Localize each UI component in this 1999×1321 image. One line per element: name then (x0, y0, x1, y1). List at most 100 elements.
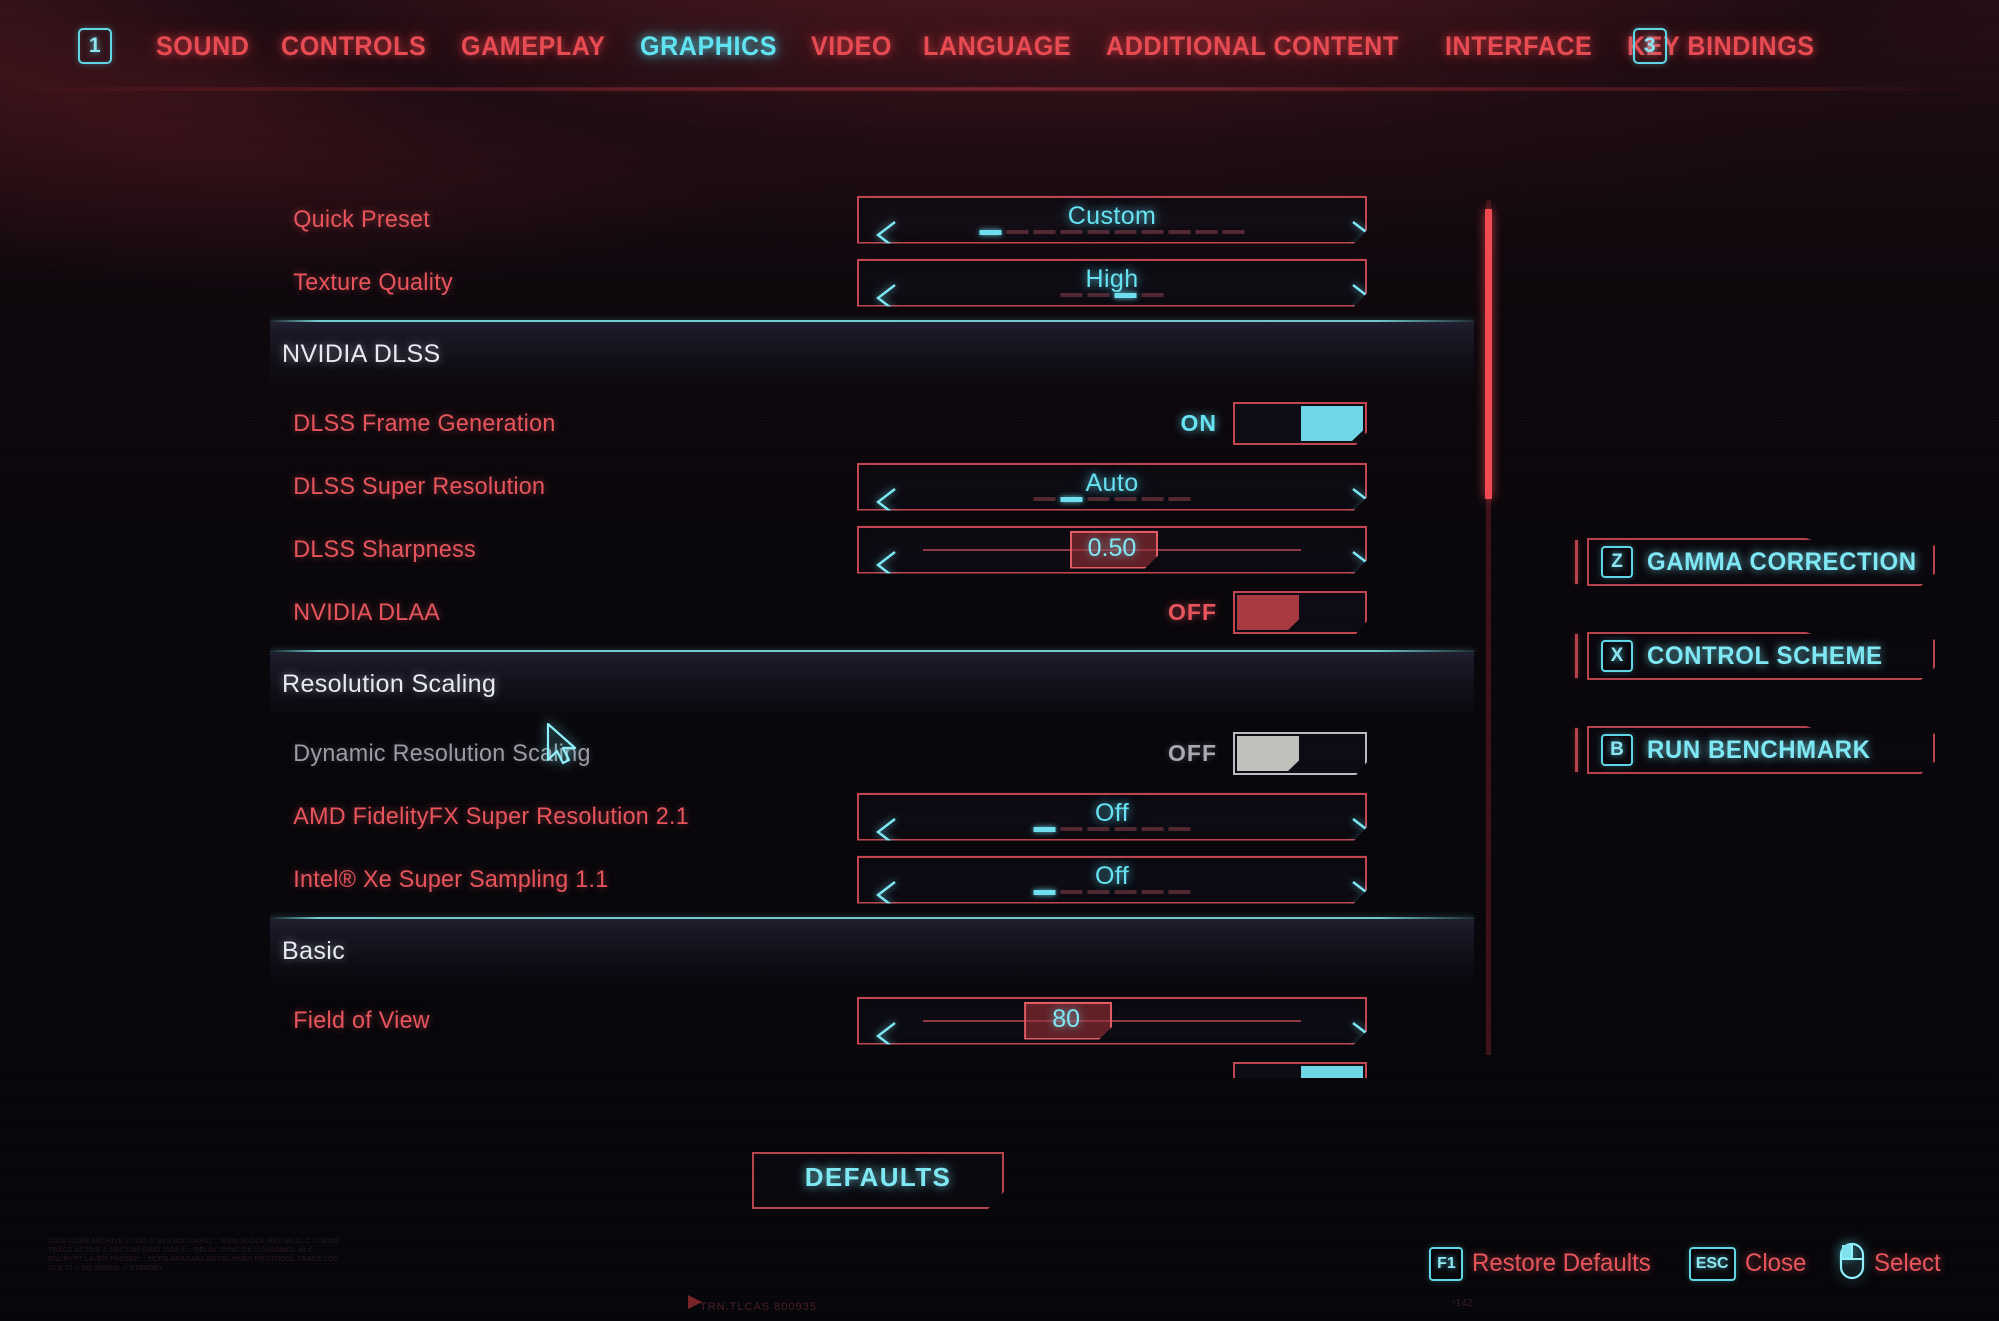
action-key-hint: B (1601, 734, 1633, 766)
segment-tick (1169, 230, 1191, 234)
nav-tab-sound[interactable]: SOUND (156, 31, 249, 62)
action-button-tick (1575, 540, 1578, 584)
setting-label-dlss-sharpness: DLSS Sharpness (293, 535, 476, 563)
setting-row-amd-fsr: AMD FidelityFX Super Resolution 2.1 Off (270, 785, 1482, 848)
defaults-button-label: DEFAULTS (804, 1162, 952, 1192)
toggle-dlss-frame-generation[interactable] (1233, 402, 1367, 445)
segment-tick (1115, 230, 1137, 234)
nav-next-tab-key[interactable]: 3 (1633, 28, 1667, 64)
segment-tick (1034, 497, 1056, 501)
setting-label-amd-fsr: AMD FidelityFX Super Resolution 2.1 (293, 802, 690, 830)
segment-tick (1142, 827, 1164, 831)
setting-label-dynamic-resolution-scaling: Dynamic Resolution Scaling (293, 739, 591, 767)
action-button-gamma-correction[interactable]: Z GAMMA CORRECTION (1565, 538, 1935, 586)
key-icon: F1 (1429, 1246, 1464, 1281)
selector-texture-quality[interactable]: High (857, 259, 1367, 307)
setting-label-texture-quality: Texture Quality (293, 268, 453, 296)
segment-tick (1088, 293, 1110, 297)
nav-tab-gameplay[interactable]: GAMEPLAY (461, 31, 605, 62)
setting-row-intel-xess: Intel® Xe Super Sampling 1.1 Off (270, 848, 1482, 911)
selector-value-quick-preset: Custom (1067, 202, 1157, 230)
setting-row-dlss-super-resolution: DLSS Super Resolution Auto (270, 455, 1482, 518)
section-band (270, 322, 1474, 392)
action-button-run-benchmark[interactable]: B RUN BENCHMARK (1565, 726, 1935, 774)
setting-row-next-clipped (270, 1052, 1482, 1078)
section-header-nvidia-dlss: NVIDIA DLSS (270, 320, 1482, 392)
scrollbar-thumb[interactable] (1485, 208, 1492, 500)
segment-tick (1169, 497, 1191, 501)
setting-label-quick-preset: Quick Preset (293, 205, 431, 233)
toggle-clipped[interactable] (1233, 1062, 1367, 1078)
action-button-panel: Z GAMMA CORRECTION X CONTROL SCHEME B RUN BEN… (1565, 538, 1935, 820)
background-debris-text-1: DATA CORE ARCHIVE v7.221 // SYS.IDX 0x4F… (48, 1238, 340, 1272)
setting-label-dlss-super-resolution: DLSS Super Resolution (293, 472, 546, 500)
toggle-knob (1301, 406, 1363, 441)
segment-tick (1088, 497, 1110, 501)
toggle-dynamic-resolution-scaling[interactable] (1233, 732, 1367, 775)
selector-quick-preset[interactable]: Custom (857, 196, 1367, 244)
slider-value-dlss-sharpness: 0.50 (1087, 533, 1137, 562)
setting-row-quick-preset: Quick Preset Custom (270, 188, 1482, 251)
selector-segments-quick-preset (980, 230, 1245, 235)
section-header-basic: Basic (270, 917, 1482, 989)
segment-tick (1061, 890, 1083, 894)
nav-tab-additional-content[interactable]: ADDITIONAL CONTENT (1106, 31, 1399, 62)
selector-intel-xess[interactable]: Off (857, 856, 1367, 904)
nav-prev-tab-key[interactable]: 1 (78, 28, 112, 64)
settings-scrollbar[interactable] (1485, 200, 1492, 1055)
setting-row-dlss-frame-generation: DLSS Frame Generation ON (270, 392, 1482, 455)
mouse-icon (1839, 1242, 1865, 1285)
background-debris-text-2: TRN.TLCAS 800935 (700, 1301, 817, 1313)
segment-tick (1088, 890, 1110, 894)
segment-tick (1142, 293, 1164, 297)
setting-row-dynamic-resolution-scaling: Dynamic Resolution Scaling OFF (270, 722, 1482, 785)
defaults-button[interactable]: DEFAULTS (752, 1152, 1004, 1209)
segment-tick (1115, 497, 1137, 501)
segment-tick (1034, 230, 1056, 234)
nav-tab-controls[interactable]: CONTROLS (281, 31, 426, 62)
hint-close[interactable]: ESC Close (1688, 1246, 1809, 1281)
toggle-nvidia-dlaa[interactable] (1233, 591, 1367, 634)
toggle-wrap-nvidia-dlaa: OFF (857, 589, 1367, 637)
selector-amd-fsr[interactable]: Off (857, 793, 1367, 841)
action-button-label: CONTROL SCHEME (1647, 641, 1883, 670)
toggle-knob (1301, 1066, 1363, 1078)
top-navigation: 1 SOUND CONTROLS GAMEPLAY GRAPHICS VIDEO LANG… (0, 0, 1999, 100)
segment-tick (1115, 827, 1137, 831)
hint-restore-defaults[interactable]: F1 Restore Defaults (1429, 1246, 1658, 1281)
setting-label-field-of-view: Field of View (293, 1006, 430, 1034)
action-button-control-scheme[interactable]: X CONTROL SCHEME (1565, 632, 1935, 680)
section-title-resolution-scaling: Resolution Scaling (282, 670, 497, 698)
setting-label-nvidia-dlaa: NVIDIA DLAA (293, 598, 441, 626)
setting-row-dlss-sharpness: DLSS Sharpness 0.50 (270, 518, 1482, 581)
selector-segments-dlss-super-resolution (1034, 497, 1191, 502)
slider-field-of-view[interactable]: 80 (857, 997, 1367, 1045)
segment-tick (1223, 230, 1245, 234)
selector-dlss-super-resolution[interactable]: Auto (857, 463, 1367, 511)
segment-tick (1007, 230, 1029, 234)
section-title-basic: Basic (282, 937, 346, 965)
nav-tab-graphics[interactable]: GRAPHICS (640, 31, 777, 62)
nav-tab-video[interactable]: VIDEO (811, 31, 892, 62)
nav-glow-divider (0, 88, 1999, 90)
hint-select[interactable]: Select (1839, 1242, 1943, 1285)
segment-tick (1061, 293, 1083, 297)
slider-knob-field-of-view[interactable]: 80 (1024, 1002, 1112, 1040)
slider-knob-dlss-sharpness[interactable]: 0.50 (1070, 531, 1158, 569)
section-header-resolution-scaling: Resolution Scaling (270, 650, 1482, 722)
background-debris-text-3: ⁿ142 (1452, 1298, 1473, 1309)
selector-value-texture-quality: High (1085, 265, 1139, 293)
key-icon: ESC (1688, 1246, 1736, 1281)
section-band (270, 919, 1474, 989)
segment-tick (980, 230, 1002, 235)
graphics-settings-screen: 1 SOUND CONTROLS GAMEPLAY GRAPHICS VIDEO LANG… (0, 0, 1999, 1321)
slider-dlss-sharpness[interactable]: 0.50 (857, 526, 1367, 574)
segment-tick (1034, 890, 1056, 895)
nav-tab-interface[interactable]: INTERFACE (1445, 31, 1592, 62)
action-button-tick (1575, 634, 1578, 678)
segment-tick (1142, 497, 1164, 501)
hint-label: Restore Defaults (1472, 1249, 1652, 1277)
nav-tab-language[interactable]: LANGUAGE (923, 31, 1071, 62)
segment-tick (1142, 890, 1164, 894)
segment-tick (1115, 293, 1137, 298)
